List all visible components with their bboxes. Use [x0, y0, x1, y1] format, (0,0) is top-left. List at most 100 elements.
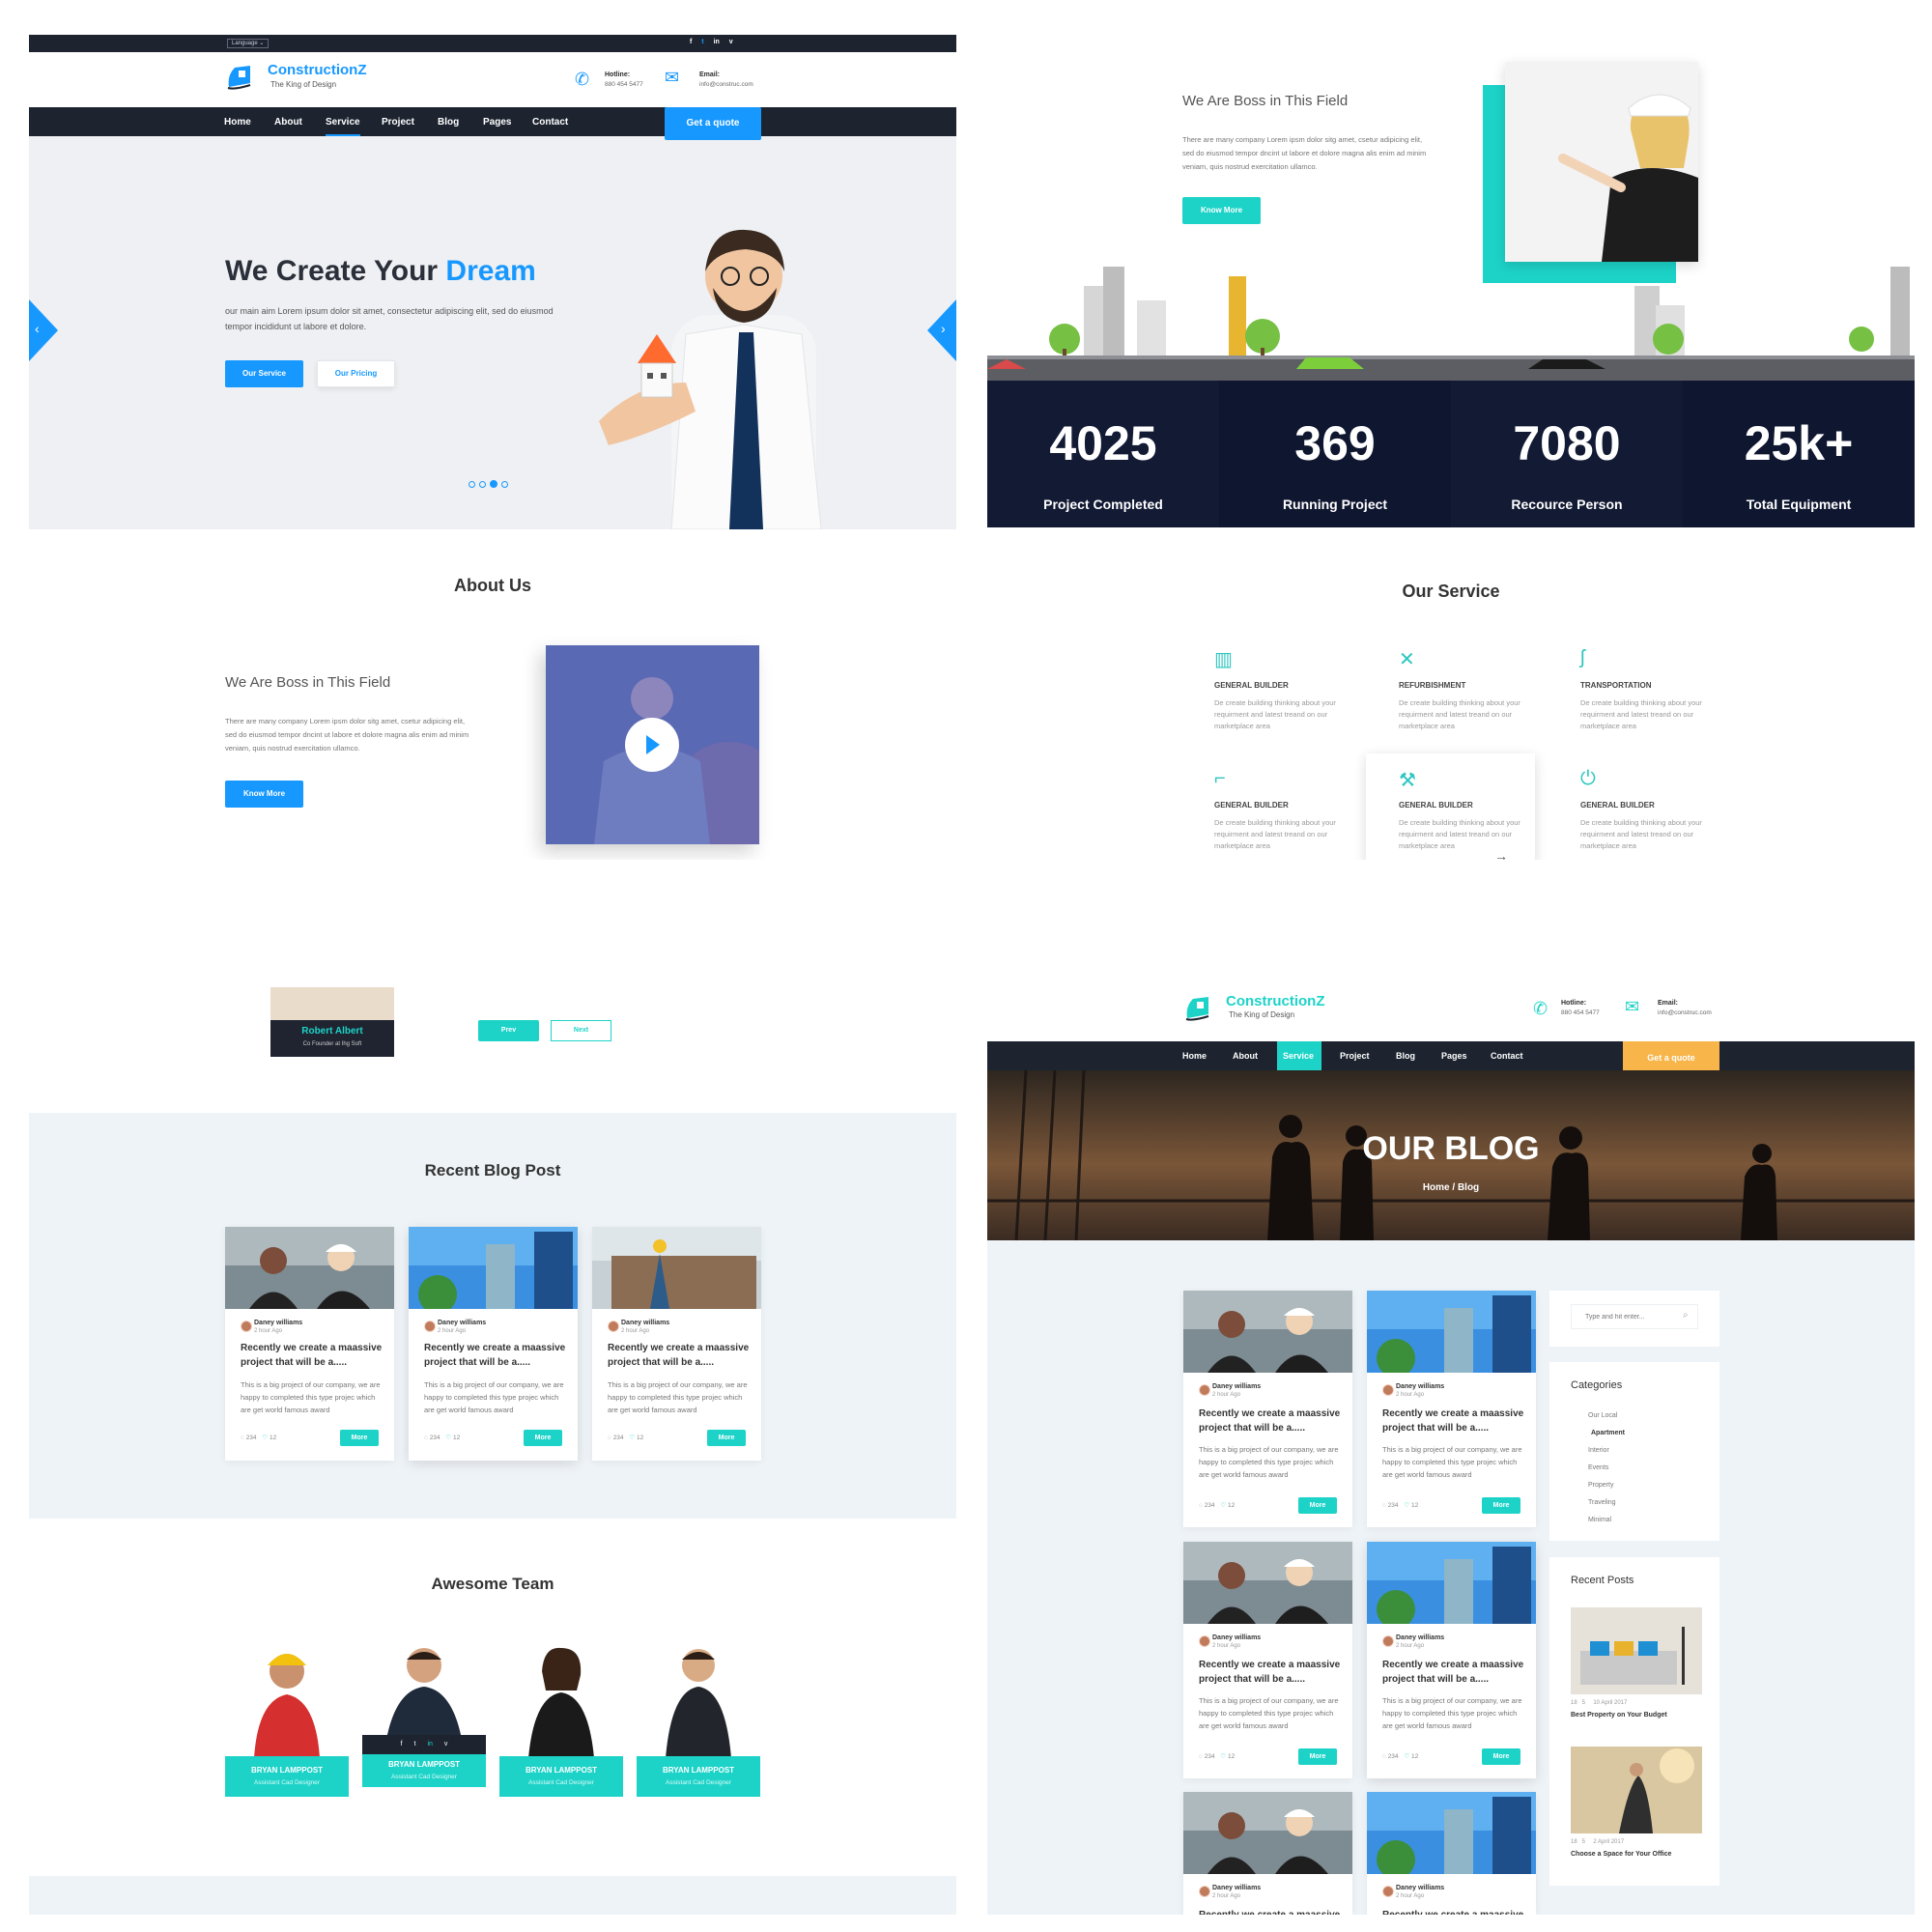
- recent-post-title[interactable]: Choose a Space for Your Office: [1571, 1851, 1671, 1858]
- category-item[interactable]: Our Local: [1588, 1412, 1617, 1419]
- know-more-button[interactable]: Know More: [1182, 197, 1261, 224]
- nav-contact[interactable]: Contact: [532, 117, 568, 128]
- slider-next-arrow[interactable]: ›: [927, 299, 956, 361]
- play-button[interactable]: [625, 718, 679, 772]
- blog-title[interactable]: Recently we create a maassive project th…: [1382, 1908, 1524, 1915]
- nav-home[interactable]: Home: [1182, 1051, 1207, 1061]
- nav-service[interactable]: Service: [1283, 1051, 1314, 1061]
- category-item-active[interactable]: Apartment: [1591, 1430, 1625, 1436]
- blog-title[interactable]: Recently we create a maassive project th…: [424, 1341, 566, 1370]
- about-text: There are many company Lorem ipsm dolor …: [1182, 135, 1427, 171]
- stat-resource-persons-value: 7080: [1513, 416, 1621, 470]
- home-lower-panel: Robert Albert Co Founder at Ihg Soft Pre…: [29, 976, 956, 1915]
- blog-author: Daney williams: [438, 1320, 487, 1326]
- blog-card[interactable]: Daney williams 2 hour Ago Recently we cr…: [1367, 1792, 1536, 1915]
- nav-contact[interactable]: Contact: [1491, 1051, 1523, 1061]
- category-item[interactable]: Traveling: [1588, 1499, 1616, 1506]
- more-button[interactable]: More: [1298, 1497, 1337, 1514]
- team-member[interactable]: f t in v BRYAN LAMPPOST Assistant Cad De…: [362, 1633, 486, 1787]
- nav-service[interactable]: Service: [326, 117, 360, 136]
- get-quote-button[interactable]: Get a quote: [665, 107, 761, 140]
- team-member[interactable]: BRYAN LAMPPOST Assistant Cad Designer: [637, 1633, 760, 1797]
- logo-name[interactable]: ConstructionZ: [268, 62, 367, 78]
- facebook-icon[interactable]: f: [401, 1741, 403, 1747]
- more-button[interactable]: More: [1298, 1748, 1337, 1765]
- recent-post-image[interactable]: [1571, 1607, 1702, 1694]
- nav-pages[interactable]: Pages: [483, 117, 511, 128]
- vimeo-icon[interactable]: v: [729, 39, 733, 45]
- category-item[interactable]: Events: [1588, 1464, 1608, 1471]
- twitter-icon[interactable]: t: [414, 1741, 416, 1747]
- prev-button[interactable]: Prev: [478, 1020, 539, 1041]
- blog-card[interactable]: Daney williams 2 hour Ago Recently we cr…: [1183, 1542, 1352, 1778]
- nav-pages[interactable]: Pages: [1441, 1051, 1467, 1061]
- nav-project[interactable]: Project: [1340, 1051, 1370, 1061]
- facebook-icon[interactable]: f: [690, 39, 692, 45]
- linkedin-icon[interactable]: in: [714, 39, 720, 45]
- category-item[interactable]: Minimal: [1588, 1517, 1611, 1523]
- slider-prev-arrow[interactable]: ‹: [29, 299, 58, 361]
- slider-dot[interactable]: [469, 481, 475, 488]
- blog-card[interactable]: Daney williams 2 hour Ago Recently we cr…: [225, 1227, 394, 1461]
- more-button[interactable]: More: [340, 1430, 379, 1446]
- team-member[interactable]: BRYAN LAMPPOST Assistant Cad Designer: [225, 1633, 349, 1797]
- arrow-right-icon[interactable]: →: [1494, 848, 1508, 860]
- blog-title[interactable]: Recently we create a maassive project th…: [608, 1341, 750, 1370]
- nav-project[interactable]: Project: [382, 117, 414, 128]
- search-input[interactable]: [1571, 1304, 1698, 1329]
- blog-title[interactable]: Recently we create a maassive project th…: [241, 1341, 383, 1370]
- logo-icon[interactable]: [225, 62, 254, 91]
- blog-title[interactable]: Recently we create a maassive project th…: [1382, 1406, 1524, 1435]
- blog-card-image: [1367, 1542, 1536, 1624]
- nav-blog[interactable]: Blog: [438, 117, 459, 128]
- comment-count: 234: [612, 1435, 624, 1441]
- comment-icon: ◌: [608, 1435, 611, 1441]
- blog-title[interactable]: Recently we create a maassive project th…: [1199, 1908, 1341, 1915]
- blog-title[interactable]: Recently we create a maassive project th…: [1199, 1658, 1341, 1687]
- slider-dot[interactable]: [479, 481, 486, 488]
- twitter-icon[interactable]: t: [701, 39, 703, 45]
- blog-title[interactable]: Recently we create a maassive project th…: [1382, 1658, 1524, 1687]
- blog-card[interactable]: Daney williams 2 hour Ago Recently we cr…: [1183, 1792, 1352, 1915]
- recent-post-title[interactable]: Best Property on Your Budget: [1571, 1712, 1667, 1719]
- logo-name[interactable]: ConstructionZ: [1226, 993, 1325, 1009]
- about-know-more-button[interactable]: Know More: [225, 781, 303, 808]
- blog-card[interactable]: Daney williams 2 hour Ago Recently we cr…: [1367, 1291, 1536, 1527]
- search-icon[interactable]: ⌕: [1683, 1310, 1689, 1321]
- nav-blog[interactable]: Blog: [1396, 1051, 1415, 1061]
- category-item[interactable]: Interior: [1588, 1447, 1609, 1454]
- footer-strip: [29, 1876, 956, 1915]
- logo-icon[interactable]: [1183, 993, 1212, 1022]
- search-widget: ⌕: [1549, 1291, 1719, 1347]
- blog-card[interactable]: Daney williams 2 hour Ago Recently we cr…: [409, 1227, 578, 1461]
- nav-about[interactable]: About: [1233, 1051, 1258, 1061]
- more-button[interactable]: More: [1482, 1497, 1520, 1514]
- blog-card[interactable]: Daney williams 2 hour Ago Recently we cr…: [1367, 1542, 1536, 1778]
- logo-tagline: The King of Design: [1229, 1010, 1295, 1019]
- next-button[interactable]: Next: [551, 1020, 611, 1041]
- vimeo-icon[interactable]: v: [444, 1741, 448, 1747]
- video-thumbnail[interactable]: [546, 645, 759, 844]
- more-button[interactable]: More: [707, 1430, 746, 1446]
- breadcrumb[interactable]: Home / Blog: [987, 1182, 1915, 1193]
- slider-dot-active[interactable]: [490, 480, 497, 488]
- category-item[interactable]: Property: [1588, 1482, 1613, 1489]
- slider-dot[interactable]: [501, 481, 508, 488]
- language-select[interactable]: Language ⌄: [227, 39, 270, 48]
- recent-post-image[interactable]: [1571, 1747, 1702, 1833]
- more-button[interactable]: More: [1482, 1748, 1520, 1765]
- blog-title[interactable]: Recently we create a maassive project th…: [1199, 1406, 1341, 1435]
- our-service-button[interactable]: Our Service: [225, 360, 303, 387]
- comment-count: 234: [1204, 1753, 1215, 1760]
- team-member-role: Assistant Cad Designer: [391, 1774, 457, 1780]
- team-member[interactable]: BRYAN LAMPPOST Assistant Cad Designer: [499, 1633, 623, 1797]
- get-quote-button[interactable]: Get a quote: [1623, 1041, 1719, 1074]
- linkedin-icon[interactable]: in: [427, 1741, 432, 1747]
- our-pricing-button[interactable]: Our Pricing: [317, 360, 395, 387]
- more-button[interactable]: More: [524, 1430, 562, 1446]
- nav-about[interactable]: About: [274, 117, 302, 128]
- nav-home[interactable]: Home: [224, 117, 251, 128]
- blog-card[interactable]: Daney williams 2 hour Ago Recently we cr…: [592, 1227, 761, 1461]
- blog-card[interactable]: Daney williams 2 hour Ago Recently we cr…: [1183, 1291, 1352, 1527]
- recent-post-meta: 18 5 10 April 2017: [1571, 1700, 1628, 1706]
